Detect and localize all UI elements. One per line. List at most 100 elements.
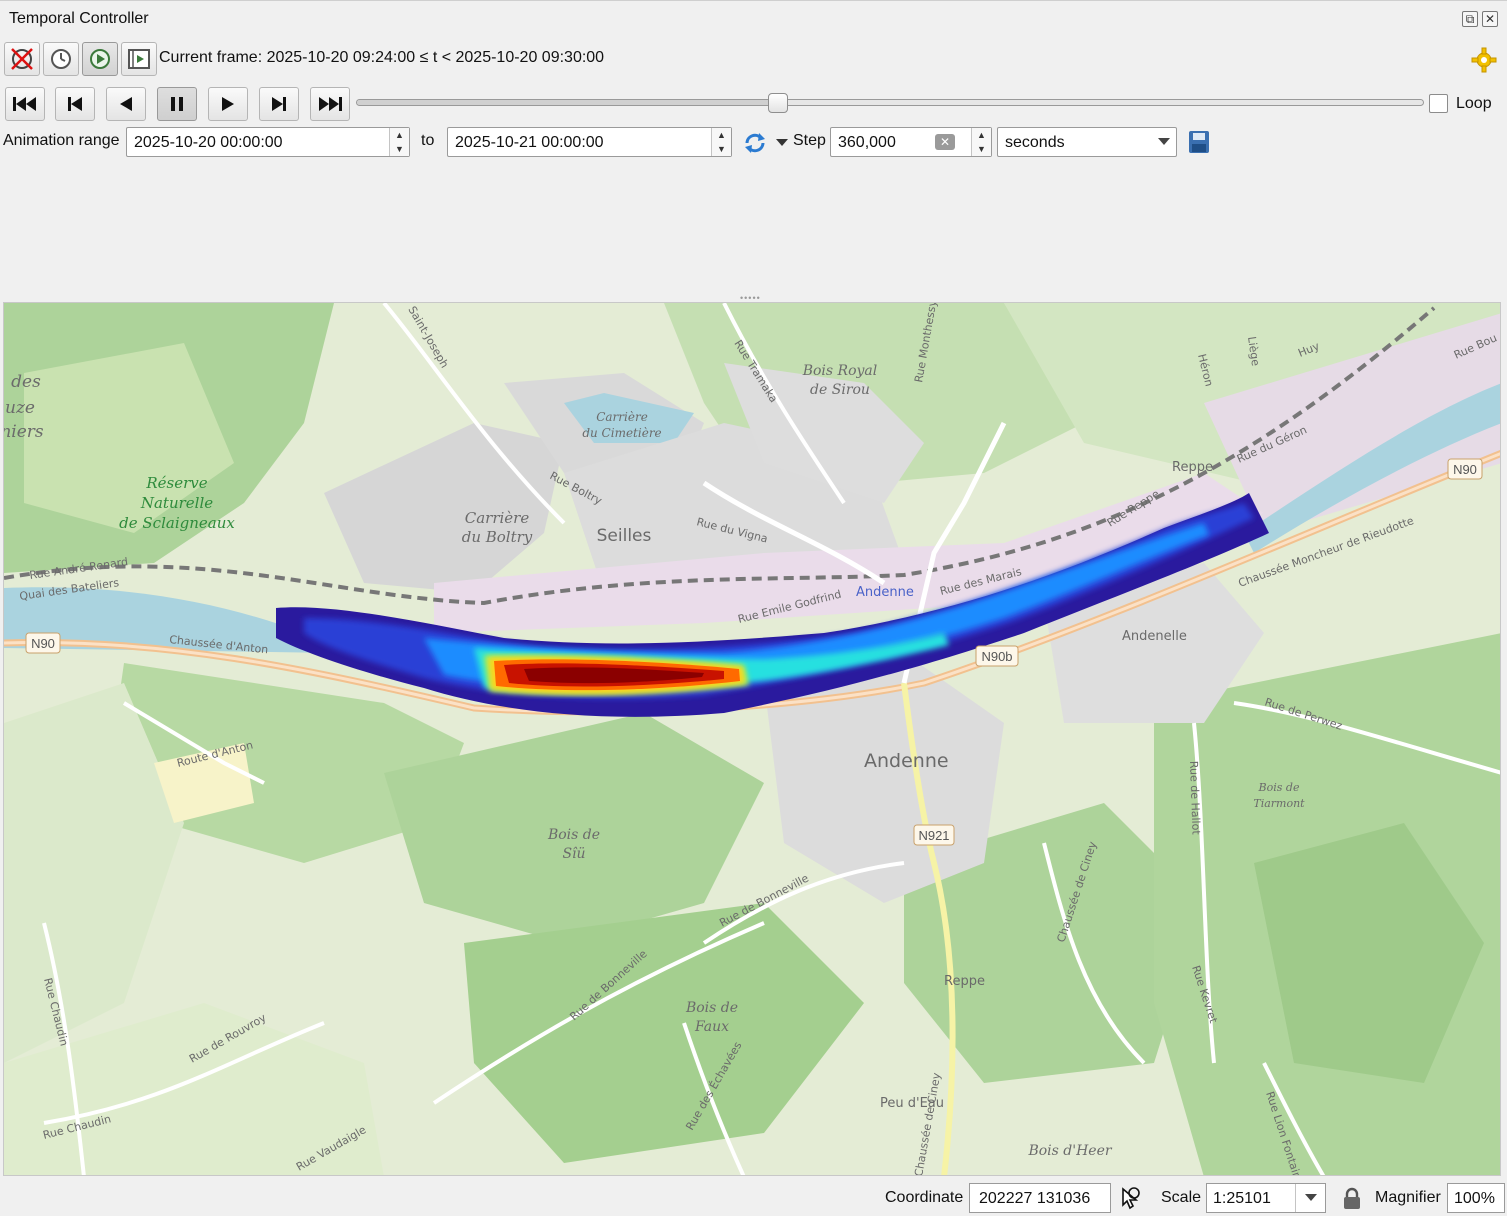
reserve-line1: Réserve (145, 474, 207, 492)
play-clock-icon (90, 49, 110, 69)
play-forward-button[interactable] (208, 87, 248, 121)
bois-heer: Bois d'Heer (1027, 1143, 1112, 1159)
range-to-label: to (421, 132, 435, 149)
carriere-cimetiere-2: du Cimetière (582, 426, 661, 440)
carriere-boltry-2: du Boltry (462, 528, 533, 546)
place-label-reppe-south: Reppe (944, 974, 985, 989)
bois-siu-1: Bois de (547, 827, 600, 843)
place-label-reppe-north: Reppe (1172, 460, 1213, 475)
temporal-off-icon (11, 48, 33, 70)
scale-dropdown-button[interactable] (1295, 1184, 1325, 1212)
n90b-text: N90b (981, 649, 1012, 664)
magnifier-label: Magnifier (1375, 1189, 1441, 1206)
step-label: Step (793, 132, 826, 149)
save-icon (1189, 131, 1209, 153)
refresh-range-button[interactable] (742, 130, 768, 161)
fixed-range-button[interactable] (43, 42, 79, 76)
film-icon (128, 49, 150, 69)
step-value-field[interactable]: 360,000 ✕ ▲ ▼ (830, 127, 992, 157)
loop-checkbox[interactable] (1429, 94, 1448, 113)
chevron-down-icon (1158, 138, 1170, 145)
reserve-line3: de Sclaigneaux (119, 514, 235, 532)
float-panel-icon[interactable]: ⧉ (1462, 11, 1478, 27)
coordinate-field[interactable]: 202227 131036 (969, 1183, 1111, 1213)
gear-icon (1471, 47, 1497, 73)
bois-royal-2: de Sirou (810, 382, 870, 398)
bois-tiarmont-1: Bois de (1258, 781, 1300, 794)
magnifier-value: 100% (1454, 1190, 1495, 1207)
close-panel-icon[interactable]: ✕ (1482, 11, 1498, 27)
bois-royal-1: Bois Royal (802, 363, 878, 379)
clear-step-icon[interactable]: ✕ (935, 134, 955, 150)
des-line1: des (11, 372, 41, 392)
play-icon (222, 97, 234, 111)
time-slider-handle[interactable] (767, 93, 788, 113)
bois-tiarmont-2: Tiarmont (1253, 797, 1305, 810)
road-shield-n921: N921 (913, 824, 955, 846)
reserve-line2: Naturelle (140, 494, 213, 512)
rewind-to-start-button[interactable] (5, 87, 45, 121)
play-backward-button[interactable] (106, 87, 146, 121)
bois-faux-2: Faux (694, 1019, 729, 1035)
toggle-extents-button[interactable] (1117, 1185, 1143, 1216)
range-end-value: 2025-10-21 00:00:00 (455, 134, 604, 151)
lock-icon (1344, 1187, 1360, 1209)
disable-temporal-button[interactable] (4, 42, 40, 76)
step-forward-icon (272, 97, 286, 111)
loop-label: Loop (1456, 95, 1492, 112)
range-end-spinner[interactable]: ▲ ▼ (711, 128, 731, 156)
map-canvas[interactable]: N90 N90 N90b N921 Seilles Andenne Andenn… (3, 302, 1501, 1176)
des-line3: niers (4, 422, 44, 442)
skip-to-end-button[interactable] (310, 87, 350, 121)
range-end-field[interactable]: 2025-10-21 00:00:00 ▲ ▼ (447, 127, 732, 157)
place-label-andenelle: Andenelle (1122, 629, 1187, 644)
animated-navigation-button[interactable] (82, 42, 118, 76)
skip-to-start-icon (13, 97, 36, 111)
step-value: 360,000 (838, 134, 896, 151)
panel-title: Temporal Controller (9, 10, 149, 27)
basemap[interactable]: N90 N90 N90b N921 Seilles Andenne Andenn… (4, 303, 1501, 1176)
n90-east-text: N90 (1453, 462, 1477, 477)
coordinate-value: 202227 131036 (979, 1190, 1091, 1207)
step-unit-select[interactable]: seconds (997, 127, 1177, 157)
animation-range-label: Animation range (3, 132, 120, 149)
step-spinner[interactable]: ▲ ▼ (971, 128, 991, 156)
des-line2: uze (5, 398, 35, 418)
range-start-spinner[interactable]: ▲ ▼ (389, 128, 409, 156)
time-slider-fill (357, 100, 779, 105)
mouse-extents-icon (1122, 1187, 1140, 1210)
movie-navigation-button[interactable] (121, 42, 157, 76)
carriere-cimetiere-1: Carrière (596, 410, 648, 424)
time-slider-track[interactable] (356, 99, 1424, 106)
n90-west-text: N90 (31, 636, 55, 651)
play-backward-icon (120, 97, 132, 111)
pause-icon (171, 97, 183, 111)
scale-value: 1:25101 (1213, 1190, 1271, 1207)
place-label-andenne: Andenne (864, 750, 949, 772)
export-animation-button[interactable] (1188, 130, 1210, 159)
place-label-andenne-blue: Andenne (856, 585, 914, 600)
refresh-icon (745, 133, 765, 153)
status-bar: Coordinate 202227 131036 Scale 1:25101 M… (0, 1176, 1507, 1213)
pause-button[interactable] (157, 87, 197, 121)
settings-gear-button[interactable] (1471, 47, 1497, 78)
magnifier-field[interactable]: 100% (1447, 1183, 1505, 1213)
step-unit-value: seconds (1005, 134, 1065, 151)
street-rue-hallot: Rue de Hallot (1187, 761, 1203, 836)
road-shield-n90-east: N90 (1447, 458, 1483, 480)
range-start-value: 2025-10-20 00:00:00 (134, 134, 283, 151)
previous-frame-button[interactable] (55, 87, 95, 121)
current-frame-label: Current frame: 2025-10-20 09:24:00 ≤ t <… (159, 49, 605, 66)
clock-icon (51, 49, 71, 69)
bois-faux-1: Bois de (685, 1000, 738, 1016)
road-shield-n90b: N90b (975, 645, 1019, 667)
scale-combobox[interactable]: 1:25101 (1206, 1183, 1326, 1213)
range-start-field[interactable]: 2025-10-20 00:00:00 ▲ ▼ (126, 127, 410, 157)
carriere-boltry-1: Carrière (465, 509, 530, 527)
refresh-menu-arrow-icon[interactable] (776, 139, 788, 146)
next-frame-button[interactable] (259, 87, 299, 121)
lock-scale-button[interactable] (1342, 1187, 1362, 1216)
scale-label: Scale (1161, 1189, 1202, 1206)
road-shield-n90-west: N90 (25, 632, 61, 654)
temporal-controller-panel: Temporal Controller ⧉ ✕ Current frame: 2… (0, 0, 1507, 300)
